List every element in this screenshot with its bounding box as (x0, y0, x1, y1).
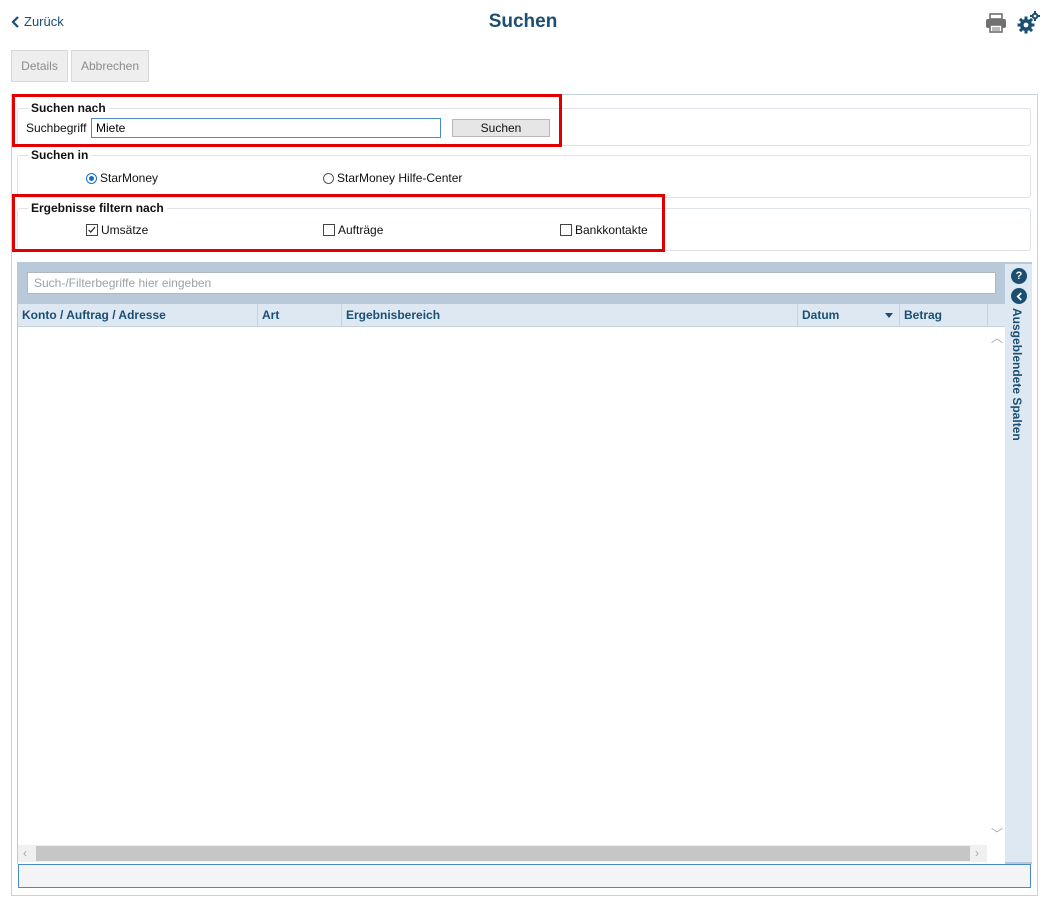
checkbox-unchecked-icon[interactable] (560, 224, 572, 236)
scroll-left-icon[interactable]: ‹ (23, 846, 27, 860)
filter-by-group: Ergebnisse filtern nach (17, 201, 1031, 251)
column-header-date[interactable]: Datum (798, 304, 900, 326)
details-button[interactable]: Details (11, 50, 68, 82)
search-in-legend: Suchen in (31, 148, 89, 162)
checkbox-checked-icon[interactable] (86, 224, 98, 236)
column-header-amount[interactable]: Betrag (900, 304, 988, 326)
scroll-right-icon[interactable]: › (975, 846, 979, 860)
hidden-columns-label[interactable]: Ausgeblendete Spalten (1010, 308, 1024, 441)
results-table-body (18, 327, 1005, 864)
scroll-up-icon[interactable]: ︿ (991, 329, 1003, 346)
checkbox-label: Bankkontakte (575, 223, 648, 237)
search-term-input[interactable] (91, 118, 441, 138)
checkbox-label: Umsätze (101, 223, 149, 237)
search-term-label: Suchbegriff (26, 121, 87, 135)
radio-label: StarMoney Hilfe-Center (337, 171, 463, 185)
printer-icon[interactable] (985, 12, 1007, 34)
help-icon[interactable]: ? (1011, 268, 1027, 284)
horizontal-scrollbar-thumb[interactable] (36, 846, 970, 861)
search-in-group: Suchen in (17, 148, 1031, 198)
column-header-type[interactable]: Art (258, 304, 342, 326)
checkbox-option-bankkontakte[interactable]: Bankkontakte (560, 223, 648, 237)
checkbox-option-umsaetze[interactable]: Umsätze (86, 223, 148, 237)
results-filter-input[interactable] (27, 272, 996, 294)
vertical-scrollbar[interactable]: ︿ ﹀ (987, 327, 1005, 845)
search-for-legend: Suchen nach (31, 101, 106, 115)
page-title: Suchen (488, 11, 558, 32)
results-table-header: Konto / Auftrag / Adresse Art Ergebnisbe… (18, 304, 1005, 327)
checkbox-option-auftraege[interactable]: Aufträge (323, 223, 383, 237)
collapse-left-icon[interactable] (1011, 288, 1027, 304)
cancel-button[interactable]: Abbrechen (71, 50, 149, 82)
status-bar (18, 864, 1031, 888)
checkbox-unchecked-icon[interactable] (323, 224, 335, 236)
filter-by-legend: Ergebnisse filtern nach (31, 201, 164, 215)
radio-selected-icon[interactable] (86, 172, 97, 184)
radio-label: StarMoney (100, 171, 159, 185)
checkbox-label: Aufträge (338, 223, 384, 237)
radio-option-starmoney[interactable]: StarMoney (86, 171, 158, 185)
scroll-down-icon[interactable]: ﹀ (991, 825, 1003, 842)
column-header-account[interactable]: Konto / Auftrag / Adresse (18, 304, 258, 326)
gear-icon[interactable] (1016, 11, 1040, 35)
column-header-result-area[interactable]: Ergebnisbereich (342, 304, 798, 326)
sort-descending-icon (885, 313, 893, 318)
column-header-date-label: Datum (802, 308, 840, 322)
radio-option-help-center[interactable]: StarMoney Hilfe-Center (323, 171, 462, 185)
radio-unselected-icon[interactable] (323, 172, 334, 184)
search-button[interactable]: Suchen (452, 119, 550, 137)
